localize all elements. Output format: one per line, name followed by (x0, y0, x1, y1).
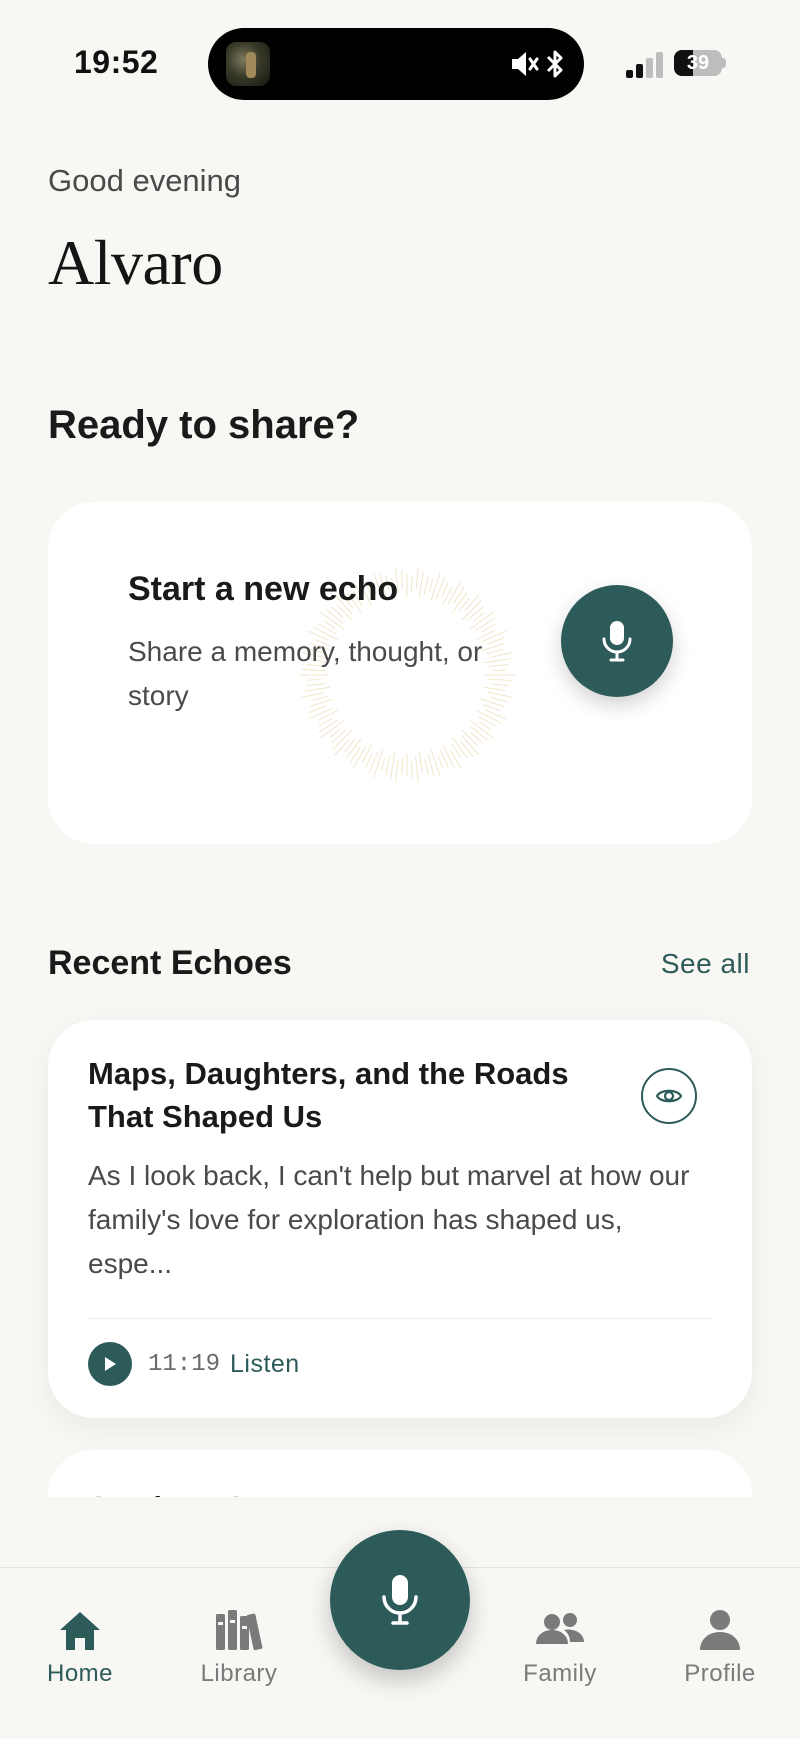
recent-echoes-heading: Recent Echoes (48, 944, 292, 982)
section-heading: Ready to share? (48, 403, 360, 447)
echo-excerpt: As I look back, I can't help but marvel … (88, 1160, 690, 1279)
start-echo-title: Start a new echo (128, 570, 399, 608)
listen-link[interactable]: Listen (230, 1350, 300, 1379)
profile-icon (700, 1610, 740, 1650)
record-button[interactable] (561, 585, 673, 697)
echo-duration: 11:19 (148, 1351, 221, 1378)
dynamic-island[interactable] (208, 28, 584, 100)
cellular-signal-icon (626, 50, 664, 78)
greeting-text: Good evening (48, 163, 242, 198)
battery-icon: 39 (674, 50, 722, 76)
play-icon (105, 1357, 116, 1371)
echo-card[interactable]: Maps, Daughters, and the Roads That Shap… (48, 1020, 752, 1418)
family-icon (536, 1613, 584, 1644)
see-all-link[interactable]: See all (661, 948, 750, 980)
home-screen: 19:52 39 Good evening Alvaro Ready to sh… (0, 0, 800, 1739)
battery-tip (722, 58, 726, 68)
tab-family[interactable]: Family (490, 1608, 630, 1688)
eye-icon (655, 1089, 683, 1103)
tab-family-label: Family (523, 1660, 597, 1687)
home-icon (60, 1612, 100, 1650)
tab-profile-label: Profile (684, 1660, 756, 1687)
echo-title: Maps, Daughters, and the Roads That Shap… (88, 1056, 569, 1134)
view-button[interactable] (641, 1068, 697, 1124)
bluetooth-icon (546, 50, 563, 78)
microphone-icon (602, 621, 632, 662)
center-record-button[interactable] (330, 1530, 470, 1670)
tab-library-label: Library (200, 1660, 278, 1687)
tab-home[interactable]: Home (10, 1608, 150, 1688)
island-indicators (510, 48, 566, 80)
microphone-icon (382, 1575, 418, 1625)
status-time: 19:52 (74, 44, 159, 80)
tab-library[interactable]: Library (169, 1608, 309, 1688)
divider (88, 1318, 712, 1319)
user-name: Alvaro (48, 227, 223, 298)
library-icon (216, 1610, 263, 1651)
now-playing-thumbnail (226, 42, 270, 86)
tab-profile[interactable]: Profile (650, 1608, 790, 1688)
speaker-muted-icon (512, 52, 539, 76)
start-echo-card[interactable]: Start a new echo Share a memory, thought… (48, 502, 752, 844)
tab-home-label: Home (46, 1660, 114, 1687)
play-button[interactable] (88, 1342, 132, 1386)
start-echo-subtitle: Share a memory, thought, or story (128, 636, 483, 711)
battery-level: 39 (686, 52, 710, 74)
